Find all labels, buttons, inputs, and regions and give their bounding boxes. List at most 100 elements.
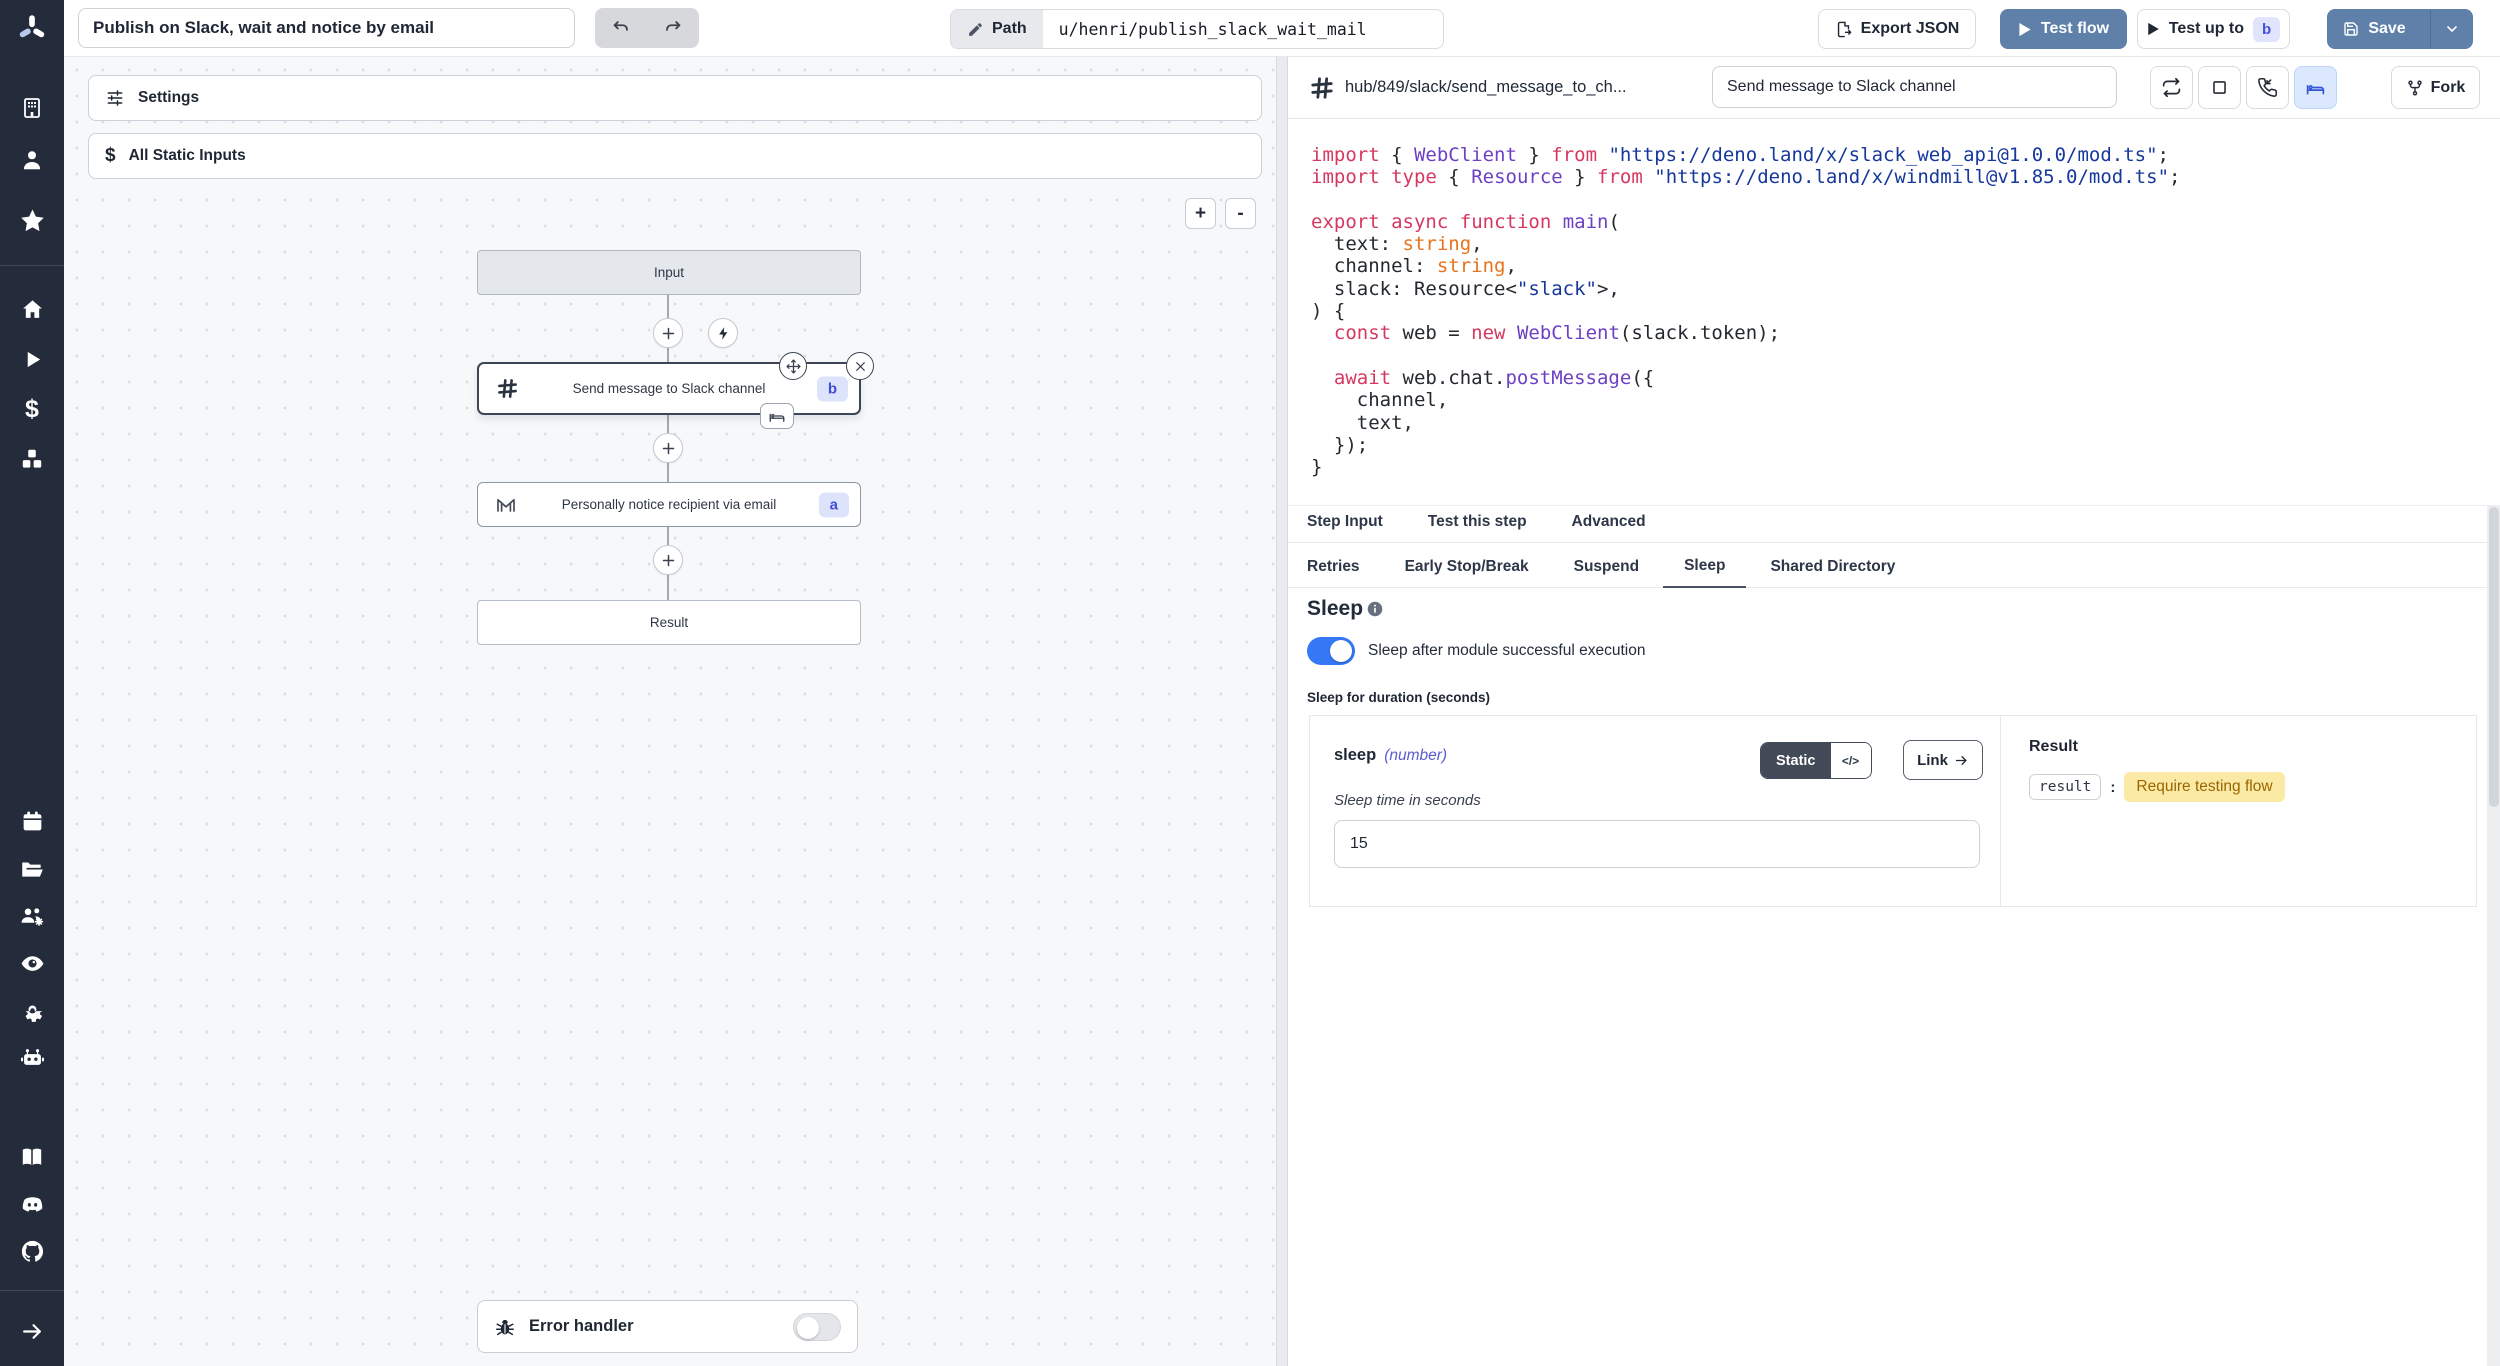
- export-json-button[interactable]: Export JSON: [1818, 9, 1976, 49]
- email-step-node[interactable]: Personally notice recipient via email a: [477, 482, 861, 527]
- sleep-toggle-label: Sleep after module successful execution: [1368, 642, 1645, 660]
- early-stop-icon-button[interactable]: [2198, 66, 2241, 109]
- save-more-button[interactable]: [2430, 10, 2472, 48]
- tab-shared-directory[interactable]: Shared Directory: [1770, 558, 1895, 576]
- sidebar-item-github[interactable]: [0, 1231, 64, 1271]
- redo-button[interactable]: [647, 8, 699, 48]
- sidebar-item-workers[interactable]: [0, 1037, 64, 1077]
- scrollbar-thumb[interactable]: [2489, 507, 2499, 807]
- insert-trigger-button[interactable]: [708, 318, 738, 348]
- sidebar-item-resources[interactable]: [0, 439, 64, 479]
- sleep-heading: Sleep: [1307, 597, 1363, 621]
- tab-step-input[interactable]: Step Input: [1307, 513, 1383, 531]
- step-name-input[interactable]: [1712, 66, 2117, 108]
- edge: [667, 463, 669, 482]
- edge: [667, 295, 669, 318]
- windmill-logo-icon: [15, 12, 49, 46]
- sidebar-item-user[interactable]: [0, 140, 64, 180]
- save-button[interactable]: Save: [2328, 10, 2421, 48]
- sidebar-item-schedules[interactable]: [0, 801, 64, 841]
- sleep-indicator-button[interactable]: [760, 403, 794, 429]
- home-icon: [20, 297, 45, 322]
- result-column: Result result : Require testing flow: [2001, 716, 2476, 906]
- github-icon: [19, 1238, 46, 1265]
- error-handler-toggle[interactable]: [793, 1313, 841, 1341]
- edit-path-button[interactable]: Path: [951, 10, 1043, 48]
- insert-step-button[interactable]: [653, 545, 683, 575]
- plus-icon: [661, 441, 676, 456]
- sleep-toggle[interactable]: [1307, 637, 1355, 665]
- tab-suspend[interactable]: Suspend: [1574, 558, 1639, 576]
- sidebar-item-home[interactable]: [0, 289, 64, 329]
- gear-icon: [19, 997, 46, 1024]
- sleep-seconds-input[interactable]: [1334, 820, 1980, 868]
- arrow-right-icon: [20, 1319, 45, 1344]
- step-id-badge: a: [819, 492, 849, 517]
- lightning-icon: [716, 326, 731, 341]
- sidebar-item-groups[interactable]: [0, 896, 64, 936]
- path-group: Path u/henri/publish_slack_wait_mail: [950, 9, 1444, 49]
- undo-button[interactable]: [595, 8, 647, 48]
- tab-early-stop[interactable]: Early Stop/Break: [1405, 558, 1529, 576]
- link-button[interactable]: Link: [1903, 740, 1983, 780]
- sleep-duration-form: sleep (number) Static </> Link Sleep tim…: [1309, 715, 2477, 907]
- retries-icon-button[interactable]: [2150, 66, 2193, 109]
- star-icon: [19, 207, 46, 234]
- sidebar-item-discord[interactable]: [0, 1184, 64, 1224]
- move-step-button[interactable]: [779, 352, 807, 380]
- fork-button[interactable]: Fork: [2391, 66, 2480, 109]
- test-flow-label: Test flow: [2041, 20, 2109, 38]
- bed-icon: [2305, 77, 2326, 98]
- sleep-icon-button[interactable]: [2294, 66, 2337, 109]
- panel-scrollbar[interactable]: [2487, 505, 2500, 1366]
- edge: [667, 575, 669, 600]
- sidebar-item-runs[interactable]: [0, 339, 64, 379]
- all-static-inputs-button[interactable]: $ All Static Inputs: [88, 133, 1262, 179]
- test-up-to-button[interactable]: Test up to b: [2137, 9, 2290, 49]
- play-icon: [21, 348, 44, 371]
- flow-canvas[interactable]: Settings $ All Static Inputs + - Input S…: [64, 57, 1276, 1366]
- code-mode-button[interactable]: </>: [1831, 743, 1871, 778]
- sleep-toggle-row: Sleep after module successful execution: [1307, 637, 1645, 665]
- static-mode-button[interactable]: Static: [1761, 743, 1831, 778]
- insert-step-button[interactable]: [653, 433, 683, 463]
- sidebar-item-workspace[interactable]: [0, 88, 64, 128]
- slack-step-label: Send message to Slack channel: [573, 381, 766, 396]
- test-flow-button[interactable]: Test flow: [2000, 9, 2127, 49]
- zoom-in-button[interactable]: +: [1185, 198, 1216, 229]
- tab-retries[interactable]: Retries: [1307, 558, 1360, 576]
- sidebar-item-favorites[interactable]: [0, 200, 64, 240]
- result-colon: :: [2110, 779, 2115, 796]
- panel-resize-handle[interactable]: [1276, 57, 1288, 1366]
- sidebar-item-variables[interactable]: $: [0, 389, 64, 429]
- input-node[interactable]: Input: [477, 250, 861, 295]
- tab-sleep[interactable]: Sleep: [1663, 557, 1746, 588]
- sidebar-item-settings[interactable]: [0, 990, 64, 1030]
- file-export-icon: [1835, 21, 1852, 38]
- insert-step-button[interactable]: [653, 318, 683, 348]
- discord-icon: [19, 1191, 46, 1218]
- zoom-out-button[interactable]: -: [1225, 198, 1256, 229]
- user-icon: [19, 147, 45, 173]
- flow-title-input[interactable]: [78, 8, 575, 48]
- sleep-field-column: sleep (number) Static </> Link Sleep tim…: [1310, 716, 2001, 906]
- dollar-icon: $: [105, 145, 116, 167]
- code-editor[interactable]: import { WebClient } from "https://deno.…: [1288, 119, 2486, 505]
- step-header: hub/849/slack/send_message_to_ch...: [1288, 57, 2500, 119]
- sidebar-item-docs[interactable]: [0, 1137, 64, 1177]
- sidebar-item-folders[interactable]: [0, 849, 64, 889]
- tab-advanced[interactable]: Advanced: [1572, 513, 1646, 531]
- flow-settings-button[interactable]: Settings: [88, 75, 1262, 121]
- delete-step-button[interactable]: [846, 352, 874, 380]
- sidebar-item-audit-logs[interactable]: [0, 943, 64, 983]
- input-mode-toggle: Static </>: [1760, 742, 1872, 779]
- suspend-icon-button[interactable]: [2246, 66, 2289, 109]
- tab-test-this-step[interactable]: Test this step: [1428, 513, 1527, 531]
- path-value[interactable]: u/henri/publish_slack_wait_mail: [1043, 10, 1443, 48]
- error-handler-node[interactable]: Error handler: [477, 1300, 858, 1353]
- sidebar-expand-button[interactable]: [0, 1311, 64, 1351]
- result-node[interactable]: Result: [477, 600, 861, 645]
- windmill-logo[interactable]: [0, 0, 64, 57]
- hub-script-path[interactable]: hub/849/slack/send_message_to_ch...: [1345, 78, 1627, 97]
- info-icon[interactable]: [1367, 601, 1383, 617]
